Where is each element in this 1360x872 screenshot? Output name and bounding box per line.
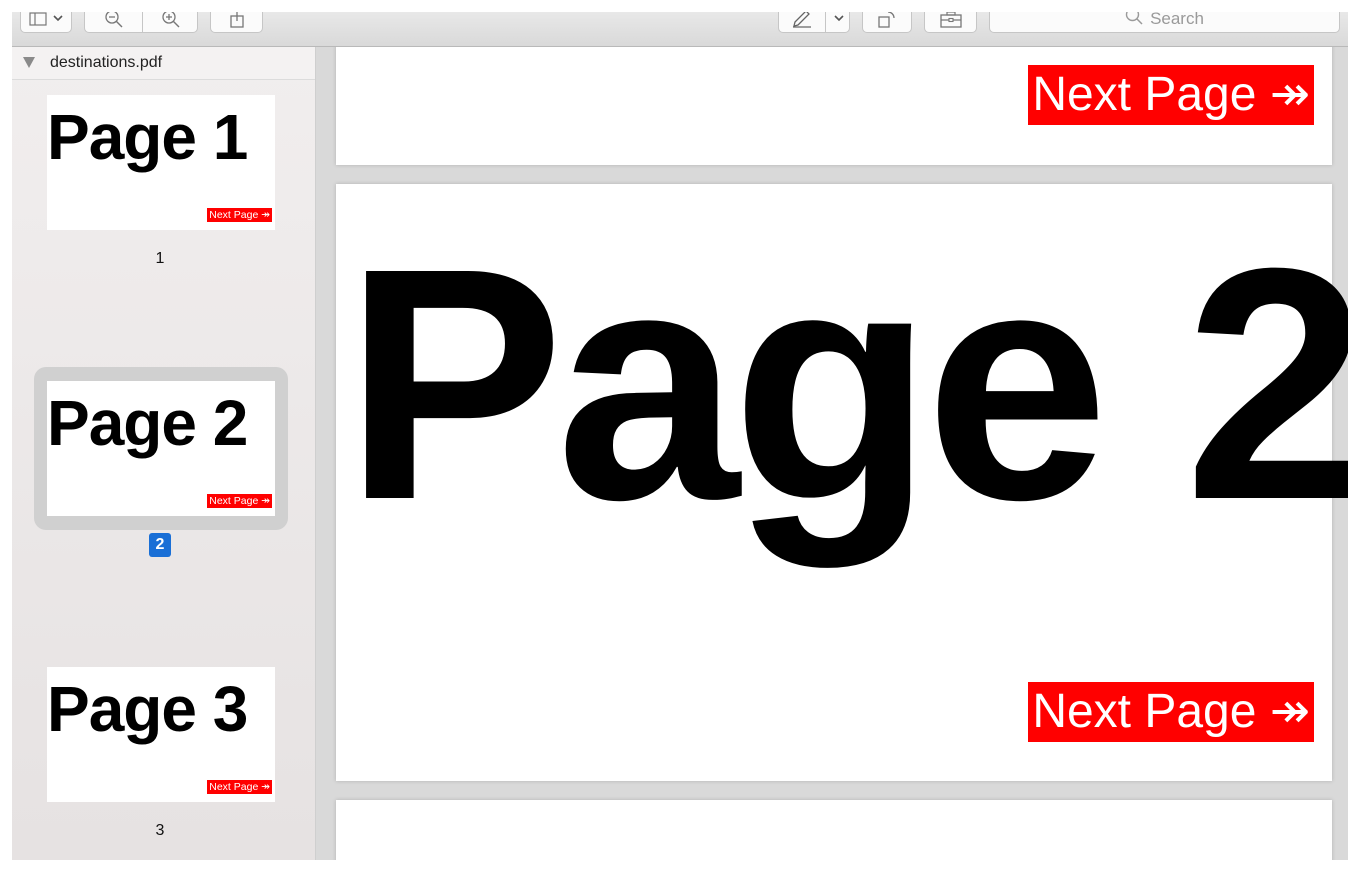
disclosure-triangle-icon[interactable] [23, 57, 35, 68]
document-filename: destinations.pdf [50, 54, 163, 71]
thumbnail-next-page-link: Next Page ↠ [207, 494, 272, 508]
markup-menu-button[interactable] [826, 12, 851, 32]
thumbnail-title: Page 1 [47, 101, 248, 173]
thumbnail-next-page-link: Next Page ↠ [207, 780, 272, 794]
page-thumbnail-2[interactable]: Page 2 Next Page ↠ [47, 381, 275, 516]
markup-pen-button[interactable] [779, 12, 825, 32]
pdf-page-3 [336, 800, 1332, 860]
zoom-in-icon [161, 12, 181, 29]
search-placeholder: Search [1150, 12, 1204, 28]
zoom-in-button[interactable] [143, 12, 199, 32]
thumbnail-sidebar: destinations.pdf Page 1 Next Page ↠ 1 Pa… [12, 47, 316, 860]
search-field[interactable]: Search [989, 12, 1340, 33]
toolbar: Search [12, 12, 1348, 47]
thumbnail-title: Page 3 [47, 673, 248, 745]
selected-page-number-badge: 2 [149, 533, 171, 557]
page-heading: Page 2 [344, 199, 1348, 568]
page-number-label: 1 [155, 250, 165, 267]
sidebar-icon [29, 12, 47, 26]
share-icon [229, 12, 245, 28]
sidebar-toggle-button[interactable] [20, 12, 72, 33]
pen-icon [791, 12, 813, 28]
page-number-label: 3 [155, 822, 165, 839]
document-header[interactable]: destinations.pdf [12, 47, 315, 80]
next-page-link[interactable]: Next Page ↠ [1028, 65, 1314, 125]
rotate-button[interactable] [862, 12, 912, 33]
preview-window: Search destinations.pdf Page 1 Next Page… [12, 12, 1348, 860]
thumbnail-page: Page 3 Next Page ↠ [47, 667, 275, 802]
zoom-out-icon [104, 12, 124, 29]
markup-group [778, 12, 850, 33]
page-thumbnail-1[interactable]: Page 1 Next Page ↠ [47, 95, 275, 230]
page-thumbnail-3[interactable]: Page 3 Next Page ↠ [47, 667, 275, 802]
zoom-group [84, 12, 198, 33]
document-view[interactable]: Next Page ↠ Page 2 Next Page ↠ [316, 47, 1348, 860]
thumbnail-page: Page 2 Next Page ↠ [47, 381, 275, 516]
thumbnail-page: Page 1 Next Page ↠ [47, 95, 275, 230]
chevron-down-icon [53, 15, 63, 22]
pdf-page-2: Page 2 Next Page ↠ [336, 184, 1348, 781]
chevron-down-icon [833, 15, 844, 22]
toolbox-button[interactable] [924, 12, 977, 33]
zoom-out-button[interactable] [85, 12, 142, 32]
search-icon [1125, 12, 1150, 30]
rotate-icon [876, 12, 898, 29]
thumbnail-next-page-link: Next Page ↠ [207, 208, 272, 222]
share-button[interactable] [210, 12, 263, 33]
thumbnail-title: Page 2 [47, 387, 248, 459]
next-page-link[interactable]: Next Page ↠ [1028, 682, 1314, 742]
pdf-page-1: Next Page ↠ [336, 47, 1332, 165]
toolbox-icon [939, 12, 963, 28]
